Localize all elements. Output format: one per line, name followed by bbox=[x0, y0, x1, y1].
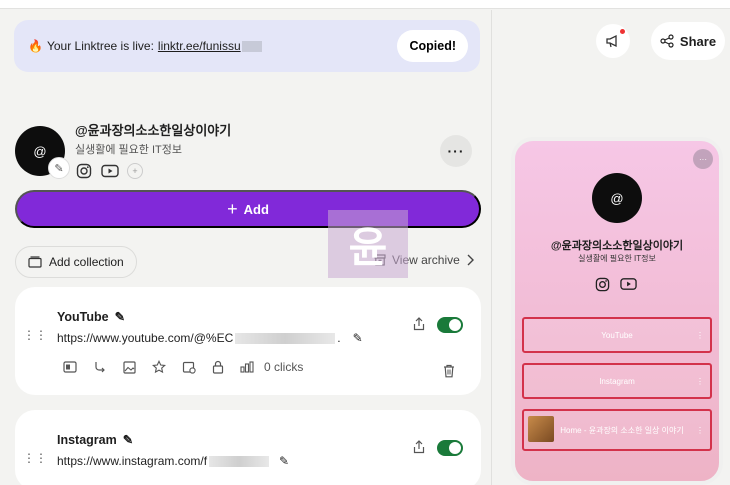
url-redaction bbox=[241, 40, 262, 52]
link-url-text: https://www.instagram.com/f bbox=[57, 454, 208, 468]
lock-icon[interactable] bbox=[212, 360, 224, 374]
link-title[interactable]: Instagram ✎ bbox=[57, 432, 133, 448]
preview-social-icons bbox=[595, 277, 637, 292]
schedule-icon[interactable] bbox=[182, 360, 196, 374]
trash-icon[interactable] bbox=[443, 364, 455, 378]
preview-link-more-icon[interactable]: ⋮ bbox=[696, 331, 704, 340]
link-card-youtube: ⋮⋮ YouTube ✎ https://www.youtube.com/@%E… bbox=[15, 287, 481, 395]
layout-icon[interactable] bbox=[63, 361, 77, 373]
drag-handle-icon[interactable]: ⋮⋮ bbox=[23, 452, 47, 464]
top-bar bbox=[0, 0, 730, 9]
chevron-right-icon bbox=[467, 254, 474, 266]
drag-handle-icon[interactable]: ⋮⋮ bbox=[23, 329, 47, 341]
mobile-preview: ··· @ @윤과장의소소한일상이야기 실생활에 필요한 IT정보 YouTub… bbox=[511, 137, 723, 485]
link-url[interactable]: https://www.instagram.com/f ✎ bbox=[57, 454, 289, 468]
preview-link-home[interactable]: Home - 윤과장의 소소한 일상 이야기 ⋮ bbox=[522, 409, 712, 451]
preview-link-youtube[interactable]: YouTube ⋮ bbox=[522, 317, 712, 353]
preview-bio: 실생활에 필요한 IT정보 bbox=[578, 254, 656, 263]
preview-link-more-icon[interactable]: ⋮ bbox=[696, 377, 704, 386]
profile-bio[interactable]: 실생활에 필요한 IT정보 bbox=[75, 141, 182, 157]
link-url-text: https://www.youtube.com/@%EC bbox=[57, 331, 234, 345]
share-link-icon[interactable] bbox=[413, 317, 425, 331]
preview-link-instagram[interactable]: Instagram ⋮ bbox=[522, 363, 712, 399]
share-link-icon[interactable] bbox=[413, 440, 425, 454]
preview-link-label: Instagram bbox=[599, 376, 635, 386]
avatar-text: @ bbox=[33, 143, 47, 159]
add-collection-button[interactable]: Add collection bbox=[15, 246, 137, 278]
megaphone-icon bbox=[606, 34, 617, 48]
collection-icon bbox=[28, 256, 42, 268]
add-button[interactable]: + Add bbox=[15, 190, 481, 228]
watermark: 윤 bbox=[328, 210, 408, 278]
instagram-icon[interactable] bbox=[75, 162, 93, 180]
edit-url-pencil-icon[interactable]: ✎ bbox=[353, 331, 363, 345]
share-label: Share bbox=[679, 33, 717, 49]
preview-link-more-icon[interactable]: ⋮ bbox=[696, 426, 704, 435]
url-redaction bbox=[235, 332, 336, 344]
add-collection-label: Add collection bbox=[49, 255, 124, 269]
edit-url-pencil-icon[interactable]: ✎ bbox=[279, 454, 289, 468]
url-redaction bbox=[209, 455, 270, 467]
preview-more-icon[interactable]: ··· bbox=[693, 149, 713, 169]
share-button[interactable]: Share bbox=[651, 22, 725, 60]
preview-name: @윤과장의소소한일상이야기 bbox=[550, 240, 684, 252]
link-title[interactable]: YouTube ✎ bbox=[57, 309, 125, 325]
preview-avatar: @ bbox=[592, 173, 642, 223]
link-url-suffix: . bbox=[337, 331, 341, 345]
click-count: 0 clicks bbox=[264, 360, 304, 374]
share-nodes-icon bbox=[660, 34, 674, 48]
edit-avatar-pencil-icon[interactable]: ✎ bbox=[48, 157, 70, 179]
notification-dot bbox=[620, 29, 625, 34]
link-visibility-toggle[interactable] bbox=[437, 440, 463, 456]
thumbnail-image-icon[interactable] bbox=[123, 360, 136, 374]
avatar[interactable]: @ ✎ bbox=[15, 126, 70, 179]
link-visibility-toggle[interactable] bbox=[437, 317, 463, 333]
analytics-bar-icon[interactable] bbox=[240, 361, 254, 373]
social-icons: + bbox=[75, 162, 143, 180]
redirect-icon[interactable] bbox=[93, 360, 107, 374]
youtube-icon[interactable] bbox=[101, 162, 119, 180]
link-card-instagram: ⋮⋮ Instagram ✎ https://www.instagram.com… bbox=[15, 410, 481, 485]
plus-icon: + bbox=[227, 198, 238, 219]
edit-title-pencil-icon[interactable]: ✎ bbox=[123, 432, 133, 447]
preview-youtube-icon[interactable] bbox=[620, 277, 637, 291]
link-title-text: Instagram bbox=[57, 432, 117, 447]
preview-link-thumbnail bbox=[528, 416, 554, 442]
link-url[interactable]: https://www.youtube.com/@%EC . ✎ bbox=[57, 331, 363, 345]
profile-name[interactable]: @윤과장의소소한일상이야기 bbox=[75, 120, 231, 139]
profile-more-button[interactable]: ··· bbox=[440, 135, 472, 167]
preview-instagram-icon[interactable] bbox=[595, 277, 610, 292]
live-banner: 🔥 Your Linktree is live: linktr.ee/funis… bbox=[14, 20, 480, 72]
star-icon[interactable] bbox=[152, 360, 166, 374]
announcements-button[interactable] bbox=[596, 24, 630, 58]
link-tools: 0 clicks bbox=[63, 360, 303, 374]
linktree-url-link[interactable]: linktr.ee/funissu bbox=[158, 39, 241, 53]
copied-button[interactable]: Copied! bbox=[397, 30, 468, 62]
add-social-plus-icon[interactable]: + bbox=[127, 163, 143, 179]
preview-link-label: YouTube bbox=[601, 330, 633, 340]
edit-title-pencil-icon[interactable]: ✎ bbox=[115, 309, 125, 324]
add-button-label: Add bbox=[243, 201, 269, 217]
live-banner-text: Your Linktree is live: bbox=[46, 39, 154, 53]
preview-avatar-text: @ bbox=[610, 190, 624, 206]
link-title-text: YouTube bbox=[57, 309, 109, 324]
fire-icon: 🔥 bbox=[28, 39, 43, 53]
